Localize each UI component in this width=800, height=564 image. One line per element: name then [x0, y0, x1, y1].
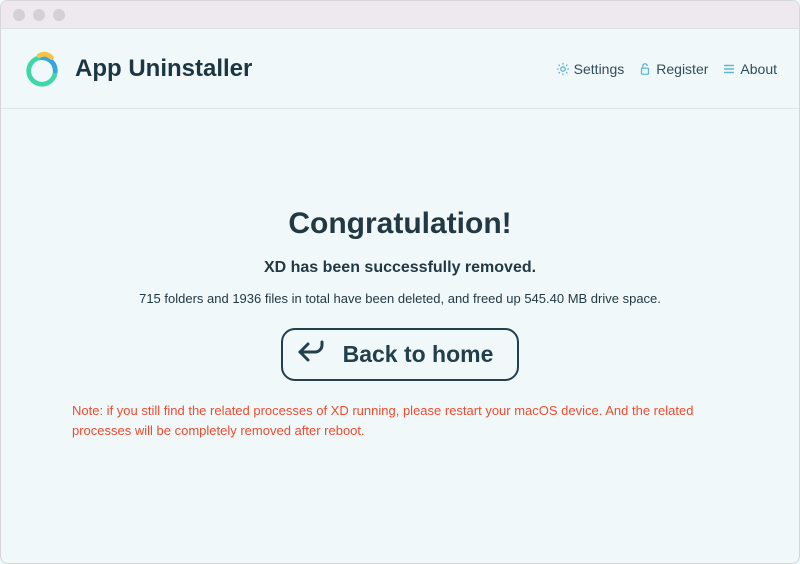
back-to-home-button[interactable]: Back to home: [281, 328, 520, 381]
close-window-button[interactable]: [13, 9, 25, 21]
titlebar: [1, 1, 799, 29]
register-label: Register: [656, 61, 708, 77]
minimize-window-button[interactable]: [33, 9, 45, 21]
stats-message: 715 folders and 1936 files in total have…: [139, 291, 661, 306]
about-label: About: [740, 61, 777, 77]
register-link[interactable]: Register: [638, 61, 708, 77]
app-title: App Uninstaller: [75, 55, 252, 83]
about-link[interactable]: About: [722, 61, 777, 77]
page-title: Congratulation!: [288, 207, 511, 241]
header-menu: Settings Register: [556, 61, 777, 77]
note-text: Note: if you still find the related proc…: [20, 401, 780, 440]
app-window: App Uninstaller Settings: [0, 0, 800, 564]
settings-link[interactable]: Settings: [556, 61, 625, 77]
back-button-label: Back to home: [343, 341, 494, 368]
app-logo-icon: [23, 50, 61, 88]
success-message: XD has been successfully removed.: [264, 259, 536, 277]
back-arrow-icon: [297, 338, 325, 371]
menu-lines-icon: [722, 62, 736, 76]
lock-icon: [638, 62, 652, 76]
main-content: Congratulation! XD has been successfully…: [1, 109, 799, 563]
settings-label: Settings: [574, 61, 625, 77]
header: App Uninstaller Settings: [1, 29, 799, 109]
maximize-window-button[interactable]: [53, 9, 65, 21]
gear-icon: [556, 62, 570, 76]
brand: App Uninstaller: [23, 50, 252, 88]
